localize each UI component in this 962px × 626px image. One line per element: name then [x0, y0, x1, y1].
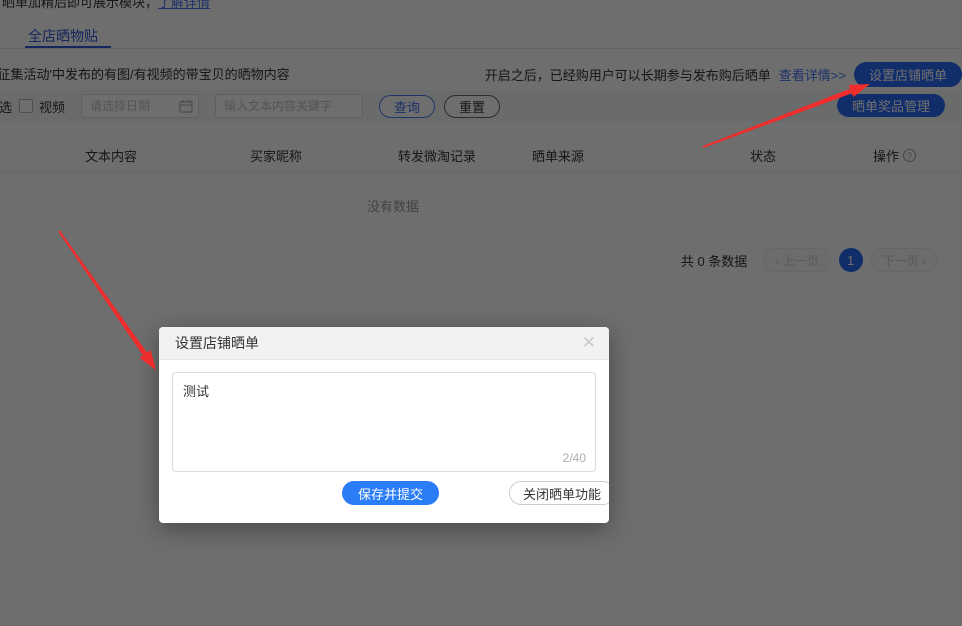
char-counter: 2/40: [563, 451, 586, 465]
modal-title: 设置店铺晒单: [175, 333, 259, 353]
review-textarea[interactable]: 测试: [172, 372, 596, 472]
close-feature-button[interactable]: 关闭晒单功能: [509, 481, 609, 505]
review-text-wrap: 测试 2/40: [172, 372, 596, 472]
close-icon[interactable]: ✕: [582, 333, 596, 353]
modal-body: 测试 2/40 保存并提交 关闭晒单功能: [159, 360, 609, 523]
setup-shop-review-modal: 设置店铺晒单 ✕ 测试 2/40 保存并提交 关闭晒单功能: [159, 327, 609, 523]
modal-header: 设置店铺晒单 ✕: [159, 327, 609, 360]
page: 晒单加精后即可展示模块，了解详情 全店晒物贴 '征集活动'中发布的有图/有视频的…: [0, 0, 962, 626]
modal-backdrop: [0, 0, 962, 626]
save-submit-button[interactable]: 保存并提交: [342, 481, 439, 505]
modal-actions: 保存并提交 关闭晒单功能: [172, 481, 596, 505]
